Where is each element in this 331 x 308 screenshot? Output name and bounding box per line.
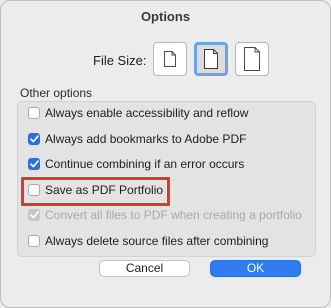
ok-button[interactable]: OK bbox=[210, 260, 301, 277]
file-size-large-button[interactable] bbox=[235, 42, 269, 76]
checkbox-checked[interactable] bbox=[28, 158, 40, 170]
option-convert-all-to-pdf: Convert all files to PDF when creating a… bbox=[28, 207, 302, 223]
file-size-label: File Size: bbox=[93, 53, 147, 68]
option-label: Always delete source files after combini… bbox=[45, 234, 269, 248]
small-page-icon bbox=[164, 51, 176, 67]
highlight-annotation bbox=[21, 177, 170, 206]
file-size-medium-button[interactable] bbox=[194, 42, 228, 76]
option-add-bookmarks[interactable]: Always add bookmarks to Adobe PDF bbox=[28, 131, 246, 147]
dialog-title: Options bbox=[140, 9, 191, 24]
checkmark-icon bbox=[29, 135, 39, 143]
checkbox-unchecked[interactable] bbox=[28, 107, 40, 119]
checkbox-checked[interactable] bbox=[28, 133, 40, 145]
option-accessibility-reflow[interactable]: Always enable accessibility and reflow bbox=[28, 105, 248, 121]
checkmark-icon bbox=[29, 160, 39, 168]
medium-page-icon bbox=[204, 49, 218, 69]
cancel-button[interactable]: Cancel bbox=[99, 260, 190, 277]
options-dialog: Options File Size: Other options Always … bbox=[0, 0, 331, 308]
option-label: Always add bookmarks to Adobe PDF bbox=[45, 132, 247, 146]
option-label: Convert all files to PDF when creating a… bbox=[45, 208, 302, 222]
checkbox-checked-disabled bbox=[28, 209, 40, 221]
option-delete-source-files[interactable]: Always delete source files after combini… bbox=[28, 233, 268, 249]
option-continue-on-error[interactable]: Continue combining if an error occurs bbox=[28, 156, 244, 172]
option-label: Continue combining if an error occurs bbox=[45, 157, 245, 171]
other-options-label: Other options bbox=[20, 86, 93, 100]
checkbox-unchecked[interactable] bbox=[28, 235, 40, 247]
file-size-small-button[interactable] bbox=[153, 42, 187, 76]
option-label: Always enable accessibility and reflow bbox=[45, 106, 249, 120]
checkmark-icon bbox=[29, 211, 39, 219]
large-page-icon bbox=[244, 47, 260, 71]
